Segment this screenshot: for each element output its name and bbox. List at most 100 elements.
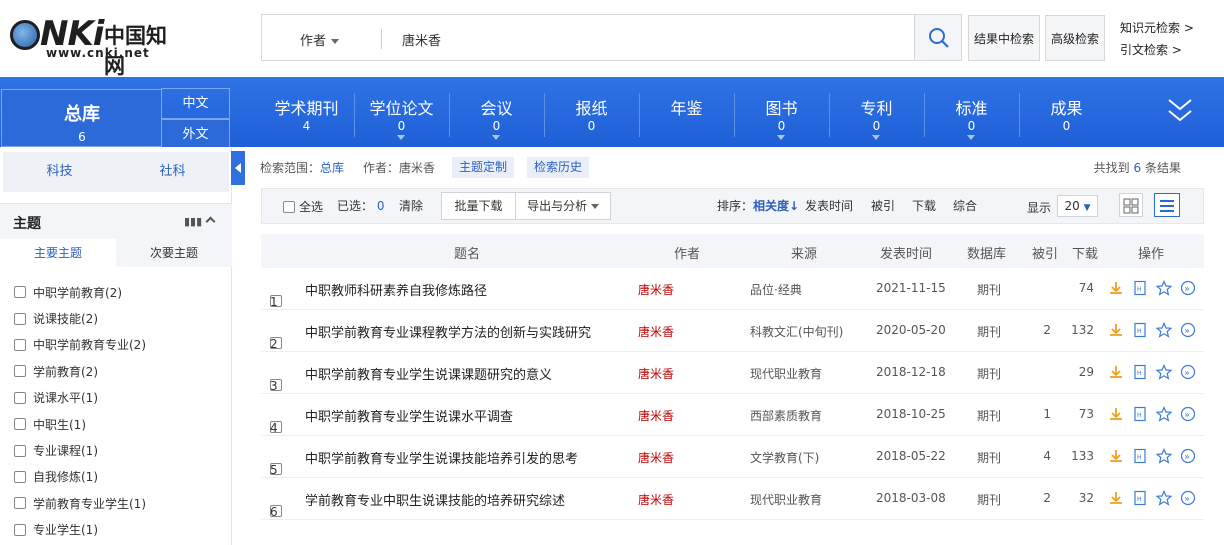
facet-item[interactable]: 中职生(1) <box>14 411 146 437</box>
tab-achievement[interactable]: 成果 0 <box>1019 77 1114 147</box>
search-field-select[interactable]: 作者 <box>300 30 340 49</box>
sort-combined[interactable]: 综合 <box>953 197 977 214</box>
chevron-up-icon[interactable] <box>205 216 216 227</box>
tab-science[interactable]: 科技 <box>3 152 116 192</box>
search-input[interactable]: 唐米香 <box>402 30 441 49</box>
quote-icon[interactable]: » <box>1180 280 1196 296</box>
result-title-link[interactable]: 中职学前教育专业学生说课水平调查 <box>305 406 513 425</box>
download-icon[interactable] <box>1108 448 1124 464</box>
source-link[interactable]: 现代职业教育 <box>750 365 822 382</box>
star-icon[interactable] <box>1156 406 1172 422</box>
facet-header-topic[interactable]: 主题 ▮▮▮ <box>0 203 232 239</box>
search-in-results-button[interactable]: 结果中检索 <box>968 15 1040 61</box>
search-box[interactable]: 作者 唐米香 <box>261 14 915 61</box>
result-title-link[interactable]: 中职教师科研素养自我修炼路径 <box>305 280 487 299</box>
author-link[interactable]: 唐米香 <box>638 281 674 298</box>
download-icon[interactable] <box>1108 364 1124 380</box>
html-read-icon[interactable]: H <box>1132 364 1148 380</box>
tab-thesis[interactable]: 学位论文 0 <box>354 77 449 147</box>
clear-selection-link[interactable]: 清除 <box>399 197 423 214</box>
checkbox[interactable] <box>14 391 26 404</box>
tab-zongku[interactable]: 总库 6 <box>1 89 161 147</box>
sort-download[interactable]: 下载 <box>912 197 936 214</box>
html-read-icon[interactable]: H <box>1132 406 1148 422</box>
checkbox[interactable] <box>14 286 26 299</box>
html-read-icon[interactable]: H <box>1132 490 1148 506</box>
html-read-icon[interactable]: H <box>1132 280 1148 296</box>
facet-item[interactable]: 专业课程(1) <box>14 437 146 463</box>
tab-standard[interactable]: 标准 0 <box>924 77 1019 147</box>
download-icon[interactable] <box>1108 322 1124 338</box>
download-icon[interactable] <box>1108 280 1124 296</box>
facet-item[interactable]: 自我修炼(1) <box>14 464 146 490</box>
tab-secondary-topic[interactable]: 次要主题 <box>116 239 232 267</box>
checkbox[interactable] <box>14 338 26 351</box>
author-link[interactable]: 唐米香 <box>638 407 674 424</box>
tab-patent[interactable]: 专利 0 <box>829 77 924 147</box>
tab-social-science[interactable]: 社科 <box>116 152 229 192</box>
author-link[interactable]: 唐米香 <box>638 449 674 466</box>
source-link[interactable]: 现代职业教育 <box>750 491 822 508</box>
cited-count[interactable]: 4 <box>1031 449 1051 463</box>
collapse-sidebar-button[interactable] <box>231 151 245 185</box>
facet-item[interactable]: 说课水平(1) <box>14 385 146 411</box>
source-link[interactable]: 西部素质教育 <box>750 407 822 424</box>
sort-relevance[interactable]: 相关度↓ <box>753 197 799 214</box>
cnki-logo[interactable]: NKi 中国知网 www.cnki.net <box>6 14 186 78</box>
sort-cited[interactable]: 被引 <box>871 197 895 214</box>
tab-newspaper[interactable]: 报纸 0 <box>544 77 639 147</box>
theme-custom-button[interactable]: 主题定制 <box>452 157 515 178</box>
advanced-search-button[interactable]: 高级检索 <box>1045 15 1105 61</box>
tab-journal[interactable]: 学术期刊 4 <box>259 77 354 147</box>
author-link[interactable]: 唐米香 <box>638 491 674 508</box>
cited-count[interactable]: 2 <box>1031 491 1051 505</box>
checkbox[interactable] <box>14 312 26 325</box>
bar-chart-icon[interactable]: ▮▮▮ <box>184 215 202 228</box>
citation-search-link[interactable]: 引文检索 > <box>1120 41 1182 58</box>
export-analysis-button[interactable]: 导出与分析 <box>515 192 611 220</box>
quote-icon[interactable]: » <box>1180 448 1196 464</box>
tab-conference[interactable]: 会议 0 <box>449 77 544 147</box>
checkbox[interactable] <box>14 444 26 457</box>
quote-icon[interactable]: » <box>1180 364 1196 380</box>
star-icon[interactable] <box>1156 448 1172 464</box>
checkbox[interactable] <box>14 470 26 483</box>
sort-date[interactable]: 发表时间 <box>805 197 853 214</box>
search-button[interactable] <box>914 14 962 61</box>
facet-item[interactable]: 专业学生(1) <box>14 517 146 543</box>
lang-chinese-tab[interactable]: 中文 <box>161 88 230 119</box>
knowledge-search-link[interactable]: 知识元检索 > <box>1120 19 1194 36</box>
result-title-link[interactable]: 学前教育专业中职生说课技能的培养研究综述 <box>305 490 565 509</box>
checkbox[interactable] <box>14 418 26 431</box>
quote-icon[interactable]: » <box>1180 490 1196 506</box>
html-read-icon[interactable]: H <box>1132 322 1148 338</box>
select-all-checkbox[interactable]: 全选 <box>283 198 323 215</box>
tab-yearbook[interactable]: 年鉴 <box>639 77 734 147</box>
author-link[interactable]: 唐米香 <box>638 323 674 340</box>
cited-count[interactable]: 2 <box>1031 323 1051 337</box>
source-link[interactable]: 品位·经典 <box>750 281 802 298</box>
source-link[interactable]: 文学教育(下) <box>750 449 819 466</box>
star-icon[interactable] <box>1156 322 1172 338</box>
batch-download-button[interactable]: 批量下载 <box>441 192 516 220</box>
page-size-select[interactable]: 20 ▼ <box>1057 195 1098 217</box>
result-title-link[interactable]: 中职学前教育专业课程教学方法的创新与实践研究 <box>305 322 591 341</box>
facet-item[interactable]: 中职学前教育专业(2) <box>14 332 146 358</box>
facet-item[interactable]: 学前教育(2) <box>14 358 146 384</box>
author-link[interactable]: 唐米香 <box>638 365 674 382</box>
lang-foreign-tab[interactable]: 外文 <box>161 119 230 147</box>
checkbox[interactable] <box>14 365 26 378</box>
search-history-button[interactable]: 检索历史 <box>527 157 590 178</box>
result-title-link[interactable]: 中职学前教育专业学生说课技能培养引发的思考 <box>305 448 578 467</box>
grid-view-icon[interactable] <box>1119 193 1143 217</box>
facet-item[interactable]: 说课技能(2) <box>14 305 146 331</box>
facet-item[interactable]: 中职学前教育(2) <box>14 279 146 305</box>
result-title-link[interactable]: 中职学前教育专业学生说课课题研究的意义 <box>305 364 552 383</box>
quote-icon[interactable]: » <box>1180 322 1196 338</box>
download-icon[interactable] <box>1108 406 1124 422</box>
tab-books[interactable]: 图书 0 <box>734 77 829 147</box>
expand-chevron-icon[interactable] <box>1166 96 1194 126</box>
facet-item[interactable]: 学前教育专业学生(1) <box>14 490 146 516</box>
checkbox[interactable] <box>14 523 26 536</box>
quote-icon[interactable]: » <box>1180 406 1196 422</box>
